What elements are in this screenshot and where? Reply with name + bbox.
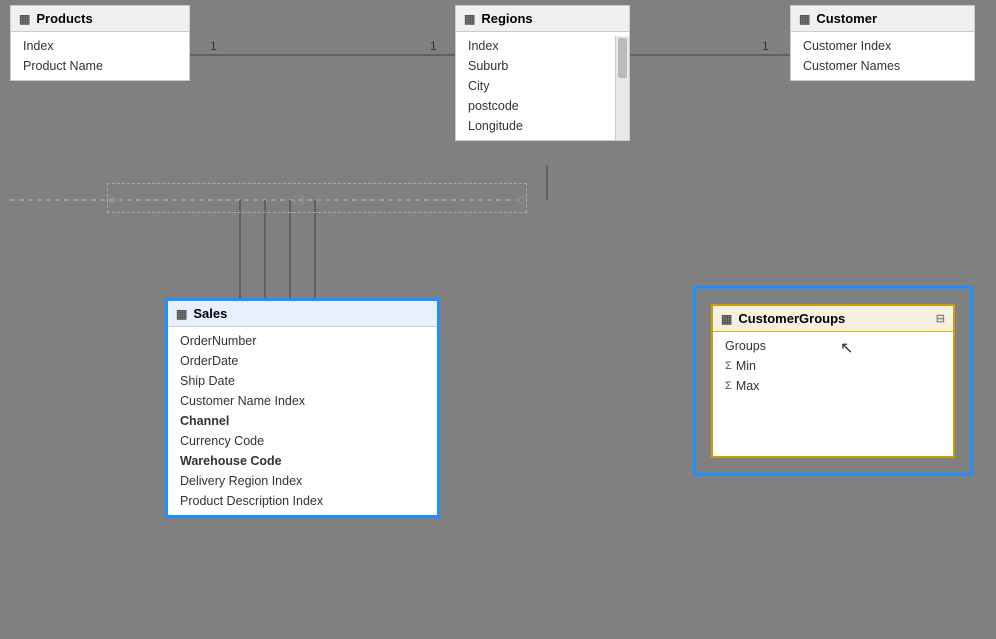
- table-icon: ▦: [799, 12, 810, 26]
- table-row: ΣMax: [713, 376, 953, 396]
- table-row: OrderNumber: [168, 331, 437, 351]
- table-row: ΣMin: [713, 356, 953, 376]
- customer-title: Customer: [816, 11, 877, 26]
- sales-table-header: ▦ Sales: [168, 301, 437, 327]
- table-row: Currency Code: [168, 431, 437, 451]
- svg-text:1: 1: [762, 39, 769, 53]
- customergroups-table-body: Groups ΣMin ΣMax: [713, 332, 953, 400]
- customer-table-body: Customer Index Customer Names: [791, 32, 974, 80]
- collapse-icon[interactable]: ⊟: [936, 312, 945, 325]
- products-table-header: ▦ Products: [11, 6, 189, 32]
- sales-table: ▦ Sales OrderNumber OrderDate Ship Date …: [165, 298, 440, 518]
- table-row: Ship Date: [168, 371, 437, 391]
- table-icon: ▦: [19, 12, 30, 26]
- regions-table: ▦ Regions Index Suburb City postcode Lon…: [455, 5, 630, 141]
- sales-table-body: OrderNumber OrderDate Ship Date Customer…: [168, 327, 437, 515]
- table-icon: ▦: [721, 312, 732, 326]
- table-row: postcode: [456, 96, 613, 116]
- table-row: Suburb: [456, 56, 613, 76]
- regions-scrollbar[interactable]: [615, 36, 629, 140]
- customer-table-header: ▦ Customer: [791, 6, 974, 32]
- table-row: OrderDate: [168, 351, 437, 371]
- table-row: Customer Names: [791, 56, 974, 76]
- table-row: Warehouse Code: [168, 451, 437, 471]
- table-row: Product Name: [11, 56, 189, 76]
- table-row: Customer Name Index: [168, 391, 437, 411]
- table-row: City: [456, 76, 613, 96]
- selection-rectangle: [107, 183, 527, 213]
- customergroups-title: CustomerGroups: [738, 311, 845, 326]
- table-icon: ▦: [464, 12, 475, 26]
- table-row: Longitude: [456, 116, 613, 136]
- regions-table-header: ▦ Regions: [456, 6, 629, 32]
- table-row: Product Description Index: [168, 491, 437, 511]
- table-row: Delivery Region Index: [168, 471, 437, 491]
- table-row: Index: [456, 36, 613, 56]
- regions-scroll-thumb[interactable]: [618, 38, 627, 78]
- products-title: Products: [36, 11, 92, 26]
- svg-text:1: 1: [430, 39, 437, 53]
- customer-table: ▦ Customer Customer Index Customer Names: [790, 5, 975, 81]
- regions-title: Regions: [481, 11, 532, 26]
- customergroups-table-header: ▦ CustomerGroups ⊟: [713, 306, 953, 332]
- table-row: Channel: [168, 411, 437, 431]
- table-row: Groups: [713, 336, 953, 356]
- svg-text:1: 1: [210, 39, 217, 53]
- table-icon: ▦: [176, 307, 187, 321]
- products-table-body: Index Product Name: [11, 32, 189, 80]
- table-row: Index: [11, 36, 189, 56]
- products-table: ▦ Products Index Product Name: [10, 5, 190, 81]
- customergroups-table: ▦ CustomerGroups ⊟ Groups ΣMin ΣMax: [711, 304, 955, 458]
- customergroups-outer: ▦ CustomerGroups ⊟ Groups ΣMin ΣMax: [693, 286, 973, 476]
- regions-table-body: Index Suburb City postcode Longitude: [456, 32, 629, 140]
- sales-title: Sales: [193, 306, 227, 321]
- table-row: Customer Index: [791, 36, 974, 56]
